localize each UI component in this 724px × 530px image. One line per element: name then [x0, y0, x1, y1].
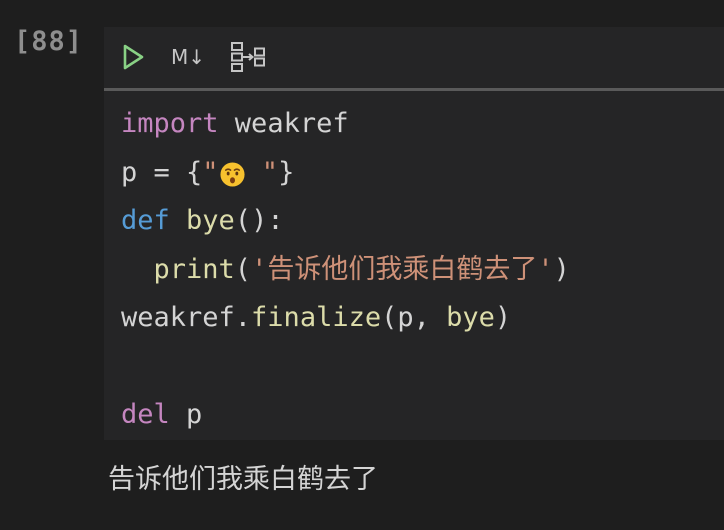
cell-output: 告诉他们我乘白鹤去了: [108, 464, 378, 495]
code-line: weakref.finalize(p, bye): [121, 294, 570, 343]
code-token: }: [278, 156, 295, 188]
code-token: ": [202, 156, 219, 188]
code-token: '告诉他们我乘白鹤去了': [251, 253, 554, 285]
code-token: ():: [234, 205, 284, 236]
code-cell[interactable]: M↓ import weakrefp = {"😯 "}def bye(): pr…: [104, 27, 724, 440]
split-cell-button[interactable]: [226, 39, 270, 75]
execution-count: [88]: [14, 26, 84, 57]
code-token: bye: [446, 302, 495, 333]
code-token: weakref.: [121, 302, 252, 333]
code-line: del p: [121, 391, 570, 440]
code-line: import weakref: [121, 100, 570, 149]
markdown-toggle-button[interactable]: M↓: [168, 39, 208, 75]
code-token: p = {: [121, 156, 203, 188]
code-token: (p,: [381, 302, 447, 333]
run-cell-button[interactable]: [118, 39, 148, 75]
cell-toolbar: M↓: [104, 27, 724, 88]
code-token: weakref: [218, 108, 349, 139]
code-token: (: [234, 253, 252, 285]
code-token: bye: [186, 205, 235, 236]
code-token: del: [121, 399, 170, 430]
code-token: p: [169, 399, 203, 430]
code-token: ): [494, 302, 512, 333]
cell-separator: [104, 88, 724, 91]
code-token: def: [121, 205, 170, 236]
code-token: ): [553, 253, 570, 285]
code-token: print: [153, 253, 235, 285]
hushed-face-emoji-icon: 😯: [219, 161, 246, 188]
code-line: print('告诉他们我乘白鹤去了'): [121, 246, 570, 295]
split-cell-icon: [231, 42, 265, 72]
play-icon: [123, 44, 144, 70]
markdown-label: M↓: [170, 45, 205, 69]
code-token: import: [121, 108, 219, 139]
code-line: def bye():: [121, 197, 570, 246]
code-token: ": [245, 156, 279, 188]
code-line: ​: [121, 343, 570, 392]
code-token: finalize: [251, 302, 382, 333]
code-editor[interactable]: import weakrefp = {"😯 "}def bye(): print…: [121, 100, 570, 440]
code-line: p = {"😯 "}: [121, 149, 570, 198]
